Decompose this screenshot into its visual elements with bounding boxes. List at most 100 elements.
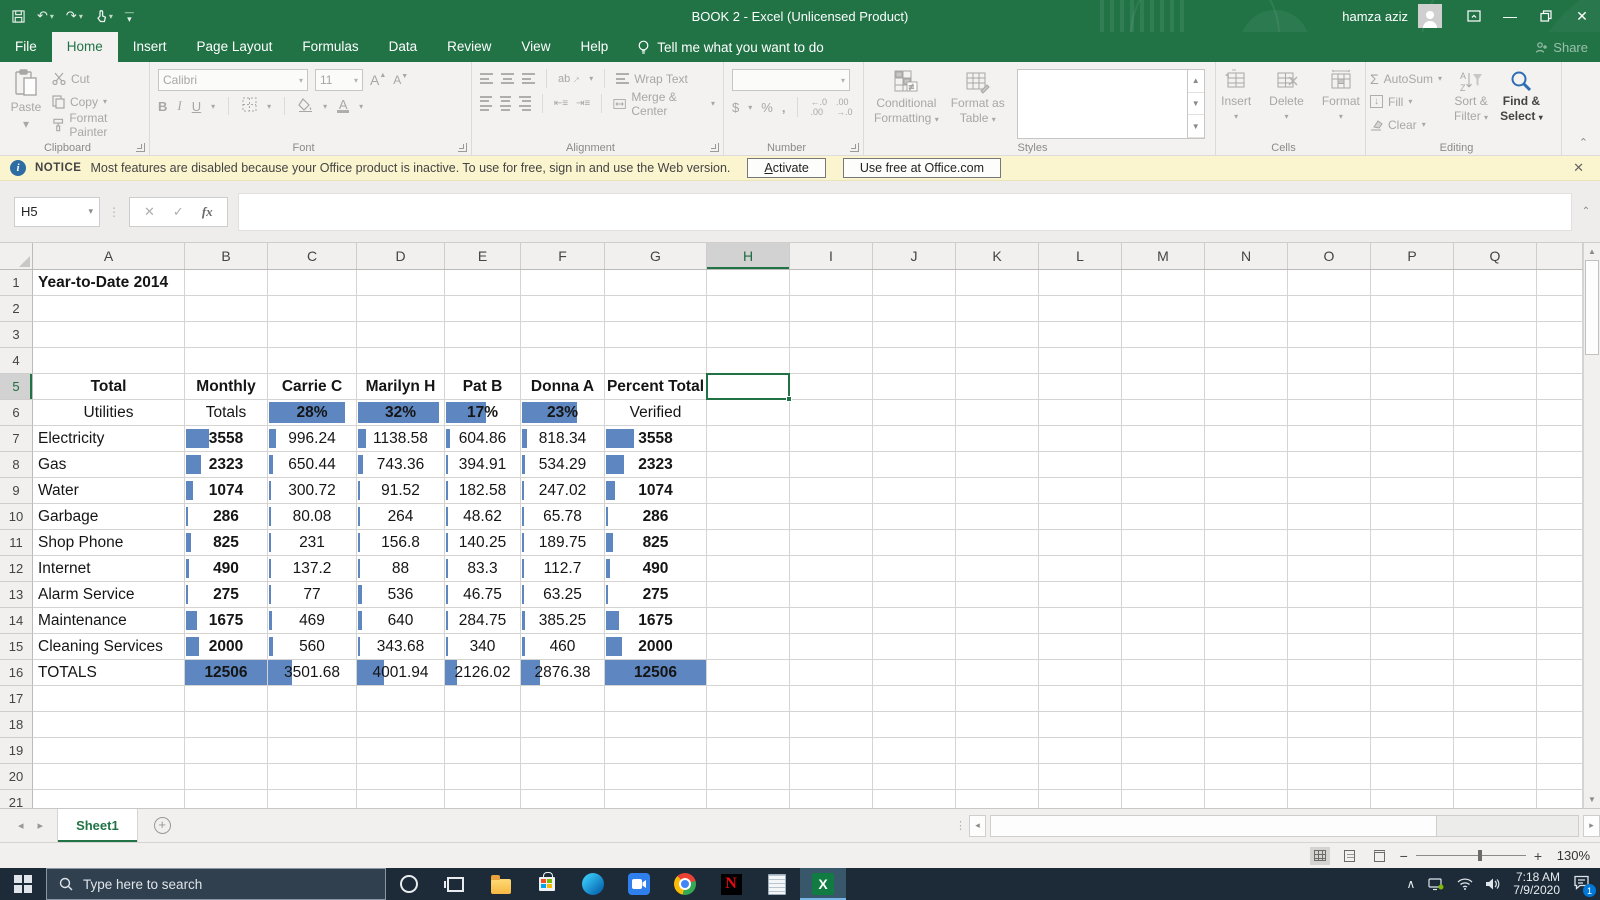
- cell-O4[interactable]: [1288, 348, 1371, 374]
- horizontal-scroll-thumb[interactable]: [991, 816, 1437, 836]
- formula-bar-gripper[interactable]: ⋮: [108, 205, 121, 219]
- row-header-12[interactable]: 12: [0, 556, 33, 582]
- next-sheet-button[interactable]: ▸: [38, 819, 44, 832]
- cell-E7[interactable]: 604.86: [445, 426, 521, 452]
- cell-E19[interactable]: [445, 738, 521, 764]
- cell-I15[interactable]: [790, 634, 873, 660]
- cell-J8[interactable]: [873, 452, 956, 478]
- cell-J5[interactable]: [873, 374, 956, 400]
- cell-E12[interactable]: 83.3: [445, 556, 521, 582]
- ribbon-display-options-button[interactable]: [1456, 0, 1492, 32]
- cell-M3[interactable]: [1122, 322, 1205, 348]
- cell-H4[interactable]: [707, 348, 790, 374]
- cell-C10[interactable]: 80.08: [268, 504, 357, 530]
- cell-B16[interactable]: 12506: [185, 660, 268, 686]
- cell-L1[interactable]: [1039, 270, 1122, 296]
- cell-M4[interactable]: [1122, 348, 1205, 374]
- cell-N3[interactable]: [1205, 322, 1288, 348]
- cell-J2[interactable]: [873, 296, 956, 322]
- cell-C5[interactable]: Carrie C: [268, 374, 357, 400]
- cell-O9[interactable]: [1288, 478, 1371, 504]
- cell-Q5[interactable]: [1454, 374, 1537, 400]
- cell-Q6[interactable]: [1454, 400, 1537, 426]
- cell-N18[interactable]: [1205, 712, 1288, 738]
- cell-K6[interactable]: [956, 400, 1039, 426]
- cell-N15[interactable]: [1205, 634, 1288, 660]
- align-bottom-button[interactable]: [522, 73, 535, 84]
- cell-E14[interactable]: 284.75: [445, 608, 521, 634]
- cell-G14[interactable]: 1675: [605, 608, 707, 634]
- excel-taskbar-button[interactable]: X: [800, 868, 846, 900]
- cell-Q7[interactable]: [1454, 426, 1537, 452]
- cell-N20[interactable]: [1205, 764, 1288, 790]
- cell-C6[interactable]: 28%: [268, 400, 357, 426]
- cell-Q11[interactable]: [1454, 530, 1537, 556]
- cell-R20[interactable]: [1537, 764, 1583, 790]
- cell-R5[interactable]: [1537, 374, 1583, 400]
- cell-L14[interactable]: [1039, 608, 1122, 634]
- cell-H7[interactable]: [707, 426, 790, 452]
- cell-P10[interactable]: [1371, 504, 1454, 530]
- row-header-8[interactable]: 8: [0, 452, 33, 478]
- cell-K15[interactable]: [956, 634, 1039, 660]
- cell-E2[interactable]: [445, 296, 521, 322]
- cell-E9[interactable]: 182.58: [445, 478, 521, 504]
- cell-P16[interactable]: [1371, 660, 1454, 686]
- cell-B19[interactable]: [185, 738, 268, 764]
- touch-mode-button[interactable]: ▾: [95, 10, 113, 23]
- cell-F17[interactable]: [521, 686, 605, 712]
- cell-L8[interactable]: [1039, 452, 1122, 478]
- cell-K7[interactable]: [956, 426, 1039, 452]
- cell-Q15[interactable]: [1454, 634, 1537, 660]
- cell-K13[interactable]: [956, 582, 1039, 608]
- cell-E10[interactable]: 48.62: [445, 504, 521, 530]
- cell-E13[interactable]: 46.75: [445, 582, 521, 608]
- cell-R2[interactable]: [1537, 296, 1583, 322]
- cell-K18[interactable]: [956, 712, 1039, 738]
- cell-J15[interactable]: [873, 634, 956, 660]
- cell-L6[interactable]: [1039, 400, 1122, 426]
- cell-F15[interactable]: 460: [521, 634, 605, 660]
- cell-I13[interactable]: [790, 582, 873, 608]
- cell-M9[interactable]: [1122, 478, 1205, 504]
- wifi-icon[interactable]: [1457, 878, 1473, 890]
- cell-L11[interactable]: [1039, 530, 1122, 556]
- cell-M13[interactable]: [1122, 582, 1205, 608]
- cell-H12[interactable]: [707, 556, 790, 582]
- cell-Q17[interactable]: [1454, 686, 1537, 712]
- cell-Q20[interactable]: [1454, 764, 1537, 790]
- cancel-entry-icon[interactable]: ✕: [144, 204, 155, 220]
- cell-A16[interactable]: TOTALS: [33, 660, 185, 686]
- tab-formulas[interactable]: Formulas: [287, 32, 373, 62]
- collapse-ribbon-button[interactable]: ⌃: [1579, 136, 1588, 149]
- tab-help[interactable]: Help: [565, 32, 623, 62]
- cell-G11[interactable]: 825: [605, 530, 707, 556]
- cell-M18[interactable]: [1122, 712, 1205, 738]
- cell-G6[interactable]: Verified: [605, 400, 707, 426]
- cell-A10[interactable]: Garbage: [33, 504, 185, 530]
- tab-review[interactable]: Review: [432, 32, 506, 62]
- cell-N5[interactable]: [1205, 374, 1288, 400]
- row-header-14[interactable]: 14: [0, 608, 33, 634]
- clipboard-dialog-launcher[interactable]: [136, 143, 145, 152]
- cell-K10[interactable]: [956, 504, 1039, 530]
- cell-L9[interactable]: [1039, 478, 1122, 504]
- cell-J20[interactable]: [873, 764, 956, 790]
- tab-data[interactable]: Data: [374, 32, 433, 62]
- cell-A1[interactable]: Year-to-Date 2014: [33, 270, 185, 296]
- underline-button[interactable]: U: [192, 99, 201, 114]
- row-header-10[interactable]: 10: [0, 504, 33, 530]
- cell-J9[interactable]: [873, 478, 956, 504]
- cell-A6[interactable]: Utilities: [33, 400, 185, 426]
- italic-button[interactable]: I: [177, 98, 181, 114]
- cell-D18[interactable]: [357, 712, 445, 738]
- number-format-combo[interactable]: ▾: [732, 69, 850, 91]
- cell-H5[interactable]: [707, 374, 790, 400]
- cell-G8[interactable]: 2323: [605, 452, 707, 478]
- cell-Q8[interactable]: [1454, 452, 1537, 478]
- formula-bar-collapse-icon[interactable]: ⌃: [1572, 206, 1600, 217]
- cell-B18[interactable]: [185, 712, 268, 738]
- cell-G17[interactable]: [605, 686, 707, 712]
- chrome-button[interactable]: [662, 868, 708, 900]
- scroll-up-icon[interactable]: ▲: [1584, 243, 1600, 260]
